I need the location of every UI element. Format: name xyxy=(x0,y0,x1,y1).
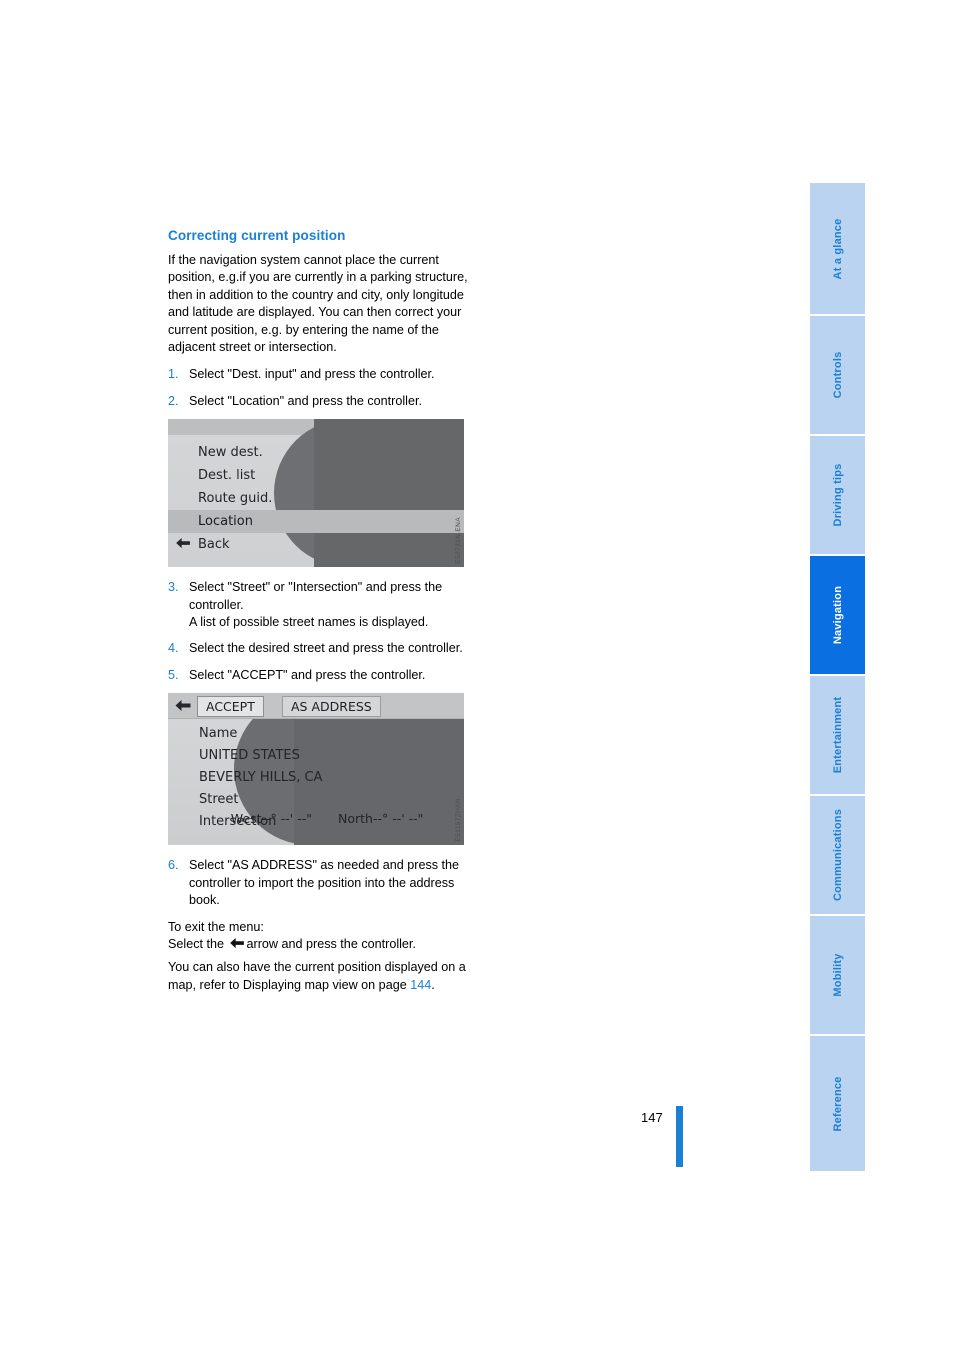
sidebar-item-mobility[interactable]: Mobility xyxy=(810,916,865,1036)
tab-label: Controls xyxy=(831,351,844,399)
figure-coordinate-north: North--° --' --" xyxy=(337,811,424,827)
figure-menu-item-back-label: Back xyxy=(198,537,230,553)
list-item: 1. Select "Dest. input" and press the co… xyxy=(168,366,468,383)
exit-menu-text-before: Select the xyxy=(168,936,225,951)
sidebar-item-reference[interactable]: Reference xyxy=(810,1036,865,1171)
back-arrow-icon xyxy=(175,700,191,712)
figure-coordinates: West--° --' --" North--° --' --" xyxy=(168,796,464,841)
page-number: 147 xyxy=(641,1110,663,1125)
figure-menu-item-location: Location xyxy=(168,510,464,534)
step-number: 3. xyxy=(168,580,179,595)
list-item: 4. Select the desired street and press t… xyxy=(168,640,468,657)
tab-label: Driving tips xyxy=(831,463,844,527)
list-item: 2. Select "Location" and press the contr… xyxy=(168,393,468,410)
step-number: 2. xyxy=(168,393,179,408)
sidebar-item-controls[interactable]: Controls xyxy=(810,316,865,436)
section-tab-rail: At a glance Controls Driving tips Naviga… xyxy=(810,183,865,1171)
sidebar-item-communications[interactable]: Communications xyxy=(810,796,865,916)
step-text: Select the desired street and press the … xyxy=(189,641,463,656)
figure-menu-item-back: Back xyxy=(168,533,464,556)
back-arrow-icon xyxy=(176,538,190,549)
figure-as-address-button: AS ADDRESS xyxy=(282,696,381,718)
steps-list-third: 6. Select "AS ADDRESS" as needed and pre… xyxy=(168,857,468,909)
figure-row-country: UNITED STATES xyxy=(199,748,300,764)
figure-idrive-accept-screen: ACCEPT AS ADDRESS Name UNITED STATES BEV… xyxy=(168,693,464,846)
figure-code: E51157ZHAN xyxy=(455,797,462,842)
page-reference-link[interactable]: 144 xyxy=(410,978,431,992)
figure-menu-item-new-dest: New dest. xyxy=(198,445,263,461)
tab-label: Entertainment xyxy=(831,696,844,774)
figure-idrive-location-menu: New dest. Dest. list Route guid. Locatio… xyxy=(168,419,464,568)
main-content: Correcting current position If the navig… xyxy=(168,228,468,1004)
figure-menu-item-route-guid: Route guid. xyxy=(198,491,273,507)
figure-menu-list: New dest. Dest. list Route guid. Locatio… xyxy=(168,441,464,556)
page-marker-bar xyxy=(676,1106,683,1167)
figure-row-name: Name xyxy=(199,726,238,742)
list-item: 3. Select "Street" or "Intersection" and… xyxy=(168,579,468,631)
exit-menu-label: To exit the menu: xyxy=(168,919,264,934)
step-number: 6. xyxy=(168,858,179,873)
tab-label: Communications xyxy=(831,808,844,902)
list-item: 6. Select "AS ADDRESS" as needed and pre… xyxy=(168,857,468,909)
manual-page: Correcting current position If the navig… xyxy=(0,0,954,1351)
sidebar-item-driving-tips[interactable]: Driving tips xyxy=(810,436,865,556)
figure-row-city: BEVERLY HILLS, CA xyxy=(199,770,323,786)
steps-list-second: 3. Select "Street" or "Intersection" and… xyxy=(168,579,468,684)
exit-menu-block: To exit the menu: Select the arrow and p… xyxy=(168,919,468,954)
sidebar-item-navigation[interactable]: Navigation xyxy=(810,556,865,676)
step-text: Select "ACCEPT" and press the controller… xyxy=(189,667,426,682)
step-number: 1. xyxy=(168,367,179,382)
tab-label: Reference xyxy=(831,1076,844,1131)
figure-coordinate-west: West--° --' --" xyxy=(230,811,312,827)
step-number: 5. xyxy=(168,667,179,682)
figure-code: E52731N.ENA xyxy=(455,516,462,564)
sidebar-item-entertainment[interactable]: Entertainment xyxy=(810,676,865,796)
figure-menu-item-dest-list: Dest. list xyxy=(198,468,256,484)
closing-paragraph: You can also have the current position d… xyxy=(168,959,468,994)
list-item: 5. Select "ACCEPT" and press the control… xyxy=(168,667,468,684)
step-text: Select "AS ADDRESS" as needed and press … xyxy=(189,858,460,908)
step-number: 4. xyxy=(168,641,179,656)
exit-menu-text-after: arrow and press the controller. xyxy=(246,936,416,951)
tab-label: At a glance xyxy=(831,218,844,279)
tab-label: Mobility xyxy=(831,953,844,997)
tab-label: Navigation xyxy=(831,585,844,645)
closing-text-after: . xyxy=(431,977,435,992)
figure-accept-button: ACCEPT xyxy=(197,696,264,718)
steps-list-first: 1. Select "Dest. input" and press the co… xyxy=(168,366,468,410)
step-text: Select "Location" and press the controll… xyxy=(189,393,422,408)
page-title: Correcting current position xyxy=(168,228,346,243)
step-text: Select "Dest. input" and press the contr… xyxy=(189,367,435,382)
sidebar-item-at-a-glance[interactable]: At a glance xyxy=(810,183,865,316)
back-arrow-icon xyxy=(229,937,244,948)
intro-paragraph: If the navigation system cannot place th… xyxy=(168,253,468,355)
step-text: Select "Street" or "Intersection" and pr… xyxy=(189,580,443,630)
